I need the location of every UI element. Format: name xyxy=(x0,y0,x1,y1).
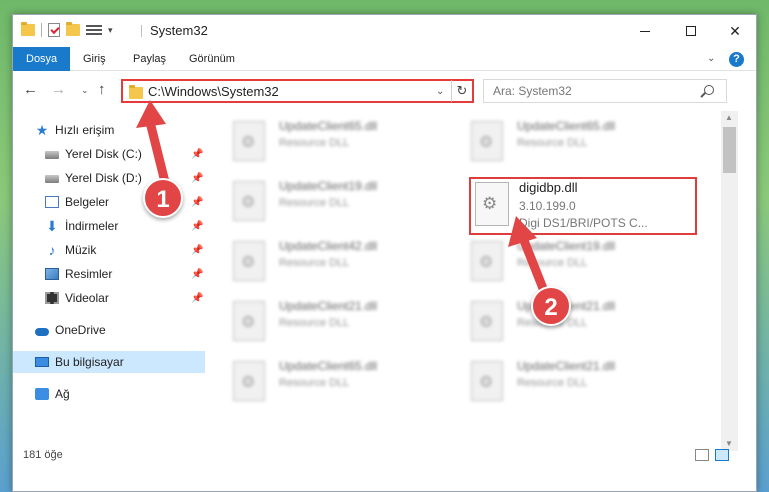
arrow-to-highlighted-file xyxy=(508,216,551,301)
annotation-arrows xyxy=(136,100,551,301)
arrow-to-address-bar xyxy=(136,100,170,187)
step-badge-2: 2 xyxy=(531,286,571,326)
step-badge-1: 1 xyxy=(143,178,183,218)
